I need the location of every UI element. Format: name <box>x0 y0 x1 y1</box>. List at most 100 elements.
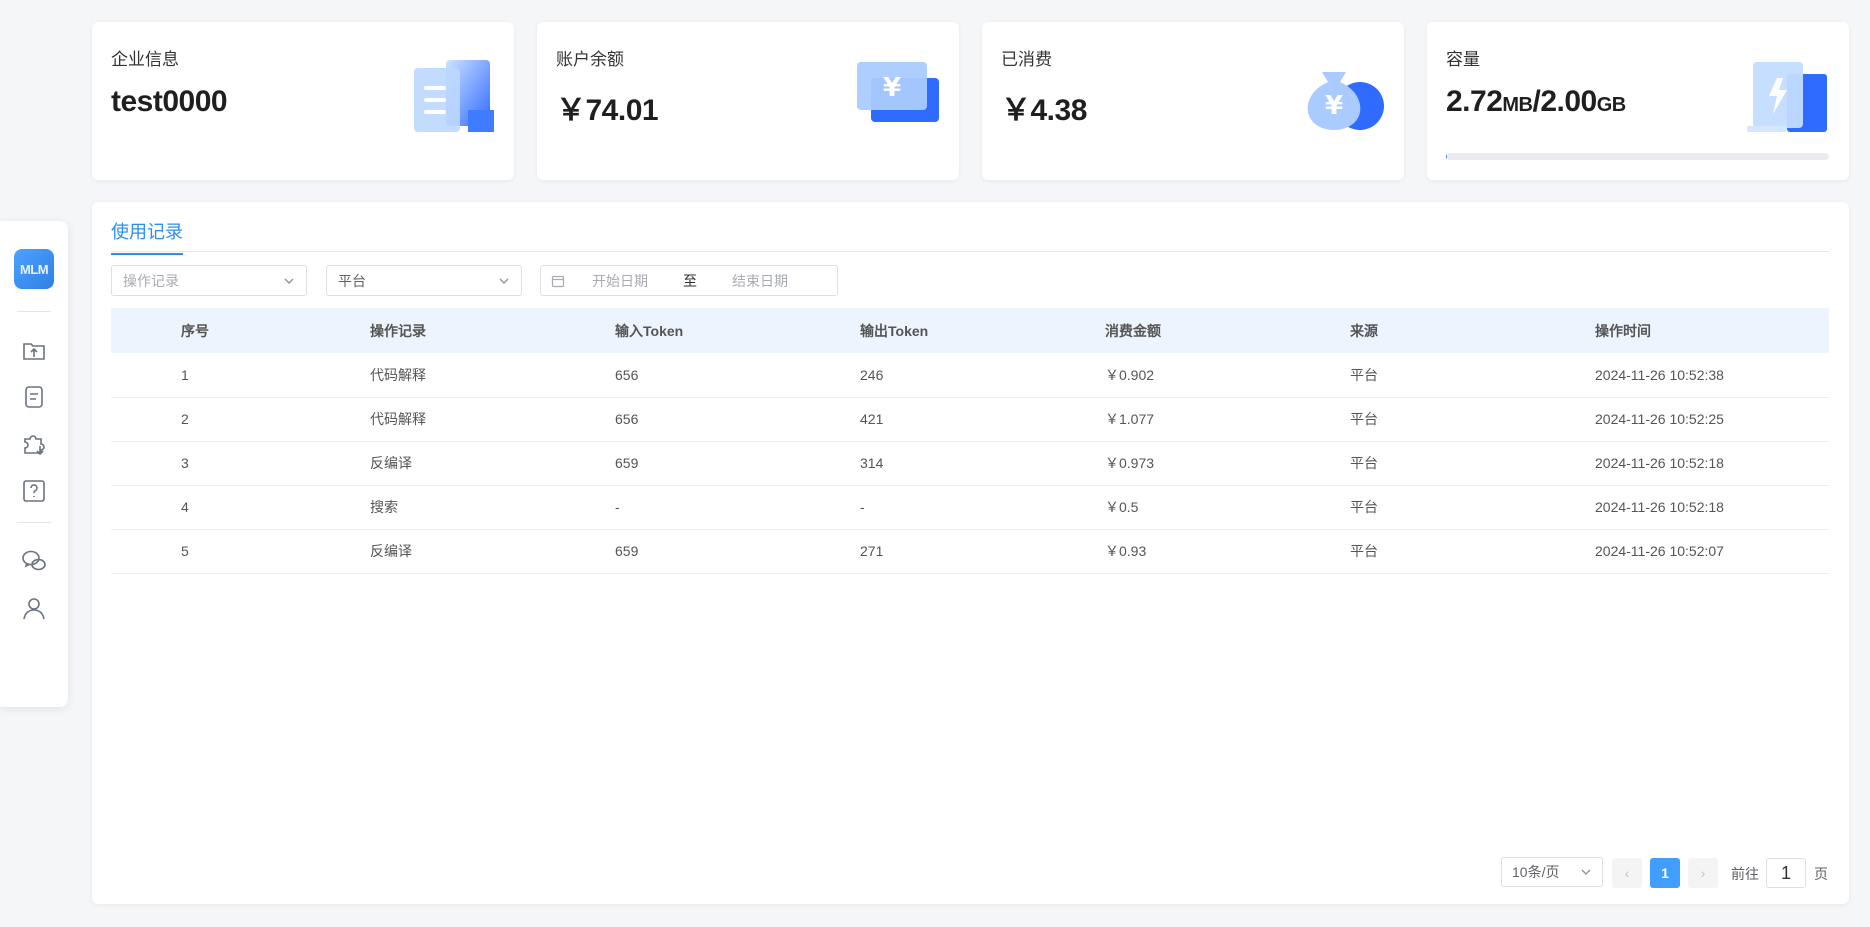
user-icon <box>23 598 45 620</box>
sidebar: MLM <box>0 221 68 707</box>
storage-progress-bar <box>1446 153 1829 160</box>
table-cell: 平台 <box>1350 441 1595 486</box>
table-cell: ￥0.902 <box>1105 353 1350 398</box>
column-header: 输出Token <box>860 322 929 339</box>
chevron-down-icon <box>1581 869 1591 875</box>
card-label: 容量 <box>1446 50 1480 69</box>
table-cell: 平台 <box>1350 353 1595 398</box>
page-size-select[interactable]: 10条/页 <box>1501 857 1603 887</box>
table-cell: 5 <box>111 529 370 574</box>
sidebar-item-files[interactable] <box>17 333 51 367</box>
card-label: 企业信息 <box>111 50 179 69</box>
usage-panel: 使用记录 操作记录 平台 开始日期 至 结束日期 序号 操作记录 输入Token… <box>92 202 1849 904</box>
page-size-value: 10条/页 <box>1512 864 1560 880</box>
sidebar-item-wechat[interactable] <box>17 544 51 578</box>
help-question-icon <box>23 480 45 502</box>
column-header: 消费金额 <box>1105 322 1161 339</box>
sidebar-item-documents[interactable] <box>17 380 51 414</box>
storage-progress-fill <box>1446 153 1448 160</box>
table-cell: 659 <box>615 529 860 574</box>
wechat-icon <box>22 550 46 571</box>
table-cell: 421 <box>860 397 1105 442</box>
platform-select[interactable]: 平台 <box>326 265 522 296</box>
table-cell: 656 <box>615 353 860 398</box>
table-cell: ￥0.93 <box>1105 529 1350 574</box>
table-cell: ￥1.077 <box>1105 397 1350 442</box>
table-cell: 反编译 <box>370 441 615 486</box>
operation-select[interactable]: 操作记录 <box>111 265 307 296</box>
table-cell: 4 <box>111 485 370 530</box>
table-cell: 656 <box>615 397 860 442</box>
storage-used: 2.72 <box>1446 85 1503 118</box>
storage-total: 2.00 <box>1540 85 1597 118</box>
money-bag-icon: ¥ <box>1307 72 1384 130</box>
chevron-down-icon <box>284 278 294 284</box>
next-page-button[interactable]: › <box>1688 858 1718 888</box>
table-cell: 3 <box>111 441 370 486</box>
platform-select-value: 平台 <box>338 272 366 289</box>
sidebar-divider <box>17 311 51 312</box>
chevron-down-icon <box>499 278 509 284</box>
table-cell: 2024-11-26 10:52:38 <box>1595 353 1829 398</box>
operation-select-placeholder: 操作记录 <box>123 272 179 289</box>
svg-text:¥: ¥ <box>883 73 901 103</box>
storage-icon <box>1747 62 1827 132</box>
sidebar-divider <box>17 522 51 523</box>
goto-page-input[interactable] <box>1766 858 1806 888</box>
table-row: 3 反编译 659 314 ￥0.973 平台 2024-11-26 10:52… <box>111 441 1829 486</box>
calendar-icon <box>551 275 565 287</box>
logo[interactable]: MLM <box>14 249 54 289</box>
table-cell: 2024-11-26 10:52:18 <box>1595 441 1829 486</box>
sidebar-item-plugins[interactable] <box>17 427 51 461</box>
table-cell: 2024-11-26 10:52:25 <box>1595 397 1829 442</box>
table-cell: ￥0.973 <box>1105 441 1350 486</box>
card-label: 已消费 <box>1001 50 1052 69</box>
card-label: 账户余额 <box>556 50 624 69</box>
card-company-info: 企业信息 test0000 <box>92 22 514 180</box>
goto-prefix: 前往 <box>1731 866 1759 882</box>
card-balance: 账户余额 ￥74.01 ¥ <box>537 22 959 180</box>
table-cell: 平台 <box>1350 485 1595 530</box>
yen-card-icon: ¥ <box>857 62 939 122</box>
table-cell: 1 <box>111 353 370 398</box>
balance-value: ￥74.01 <box>556 94 659 127</box>
column-header: 来源 <box>1350 322 1378 339</box>
page-1-button[interactable]: 1 <box>1650 858 1680 888</box>
table-cell: - <box>615 485 860 530</box>
table-cell: 271 <box>860 529 1105 574</box>
sidebar-item-profile[interactable] <box>17 591 51 625</box>
table-cell: ￥0.5 <box>1105 485 1350 530</box>
table-cell: 平台 <box>1350 397 1595 442</box>
sidebar-item-help[interactable] <box>17 474 51 508</box>
document-icon <box>25 386 43 408</box>
tab-usage-records[interactable]: 使用记录 <box>111 218 183 255</box>
column-header: 序号 <box>181 322 209 339</box>
end-date-input[interactable]: 结束日期 <box>705 271 815 291</box>
company-name: test0000 <box>111 85 228 118</box>
table-cell: 246 <box>860 353 1105 398</box>
table-row: 5 反编译 659 271 ￥0.93 平台 2024-11-26 10:52:… <box>111 529 1829 574</box>
table-row: 2 代码解释 656 421 ￥1.077 平台 2024-11-26 10:5… <box>111 397 1829 442</box>
folder-upload-icon <box>23 343 45 360</box>
table-cell: 代码解释 <box>370 353 615 398</box>
column-header: 操作记录 <box>370 322 426 339</box>
table-cell: 代码解释 <box>370 397 615 442</box>
table-cell: 314 <box>860 441 1105 486</box>
column-header: 操作时间 <box>1595 322 1651 339</box>
building-icon <box>414 60 494 132</box>
table-cell: 659 <box>615 441 860 486</box>
storage-value: 2.72MB/2.00GB <box>1446 85 1626 119</box>
column-header: 输入Token <box>615 322 684 339</box>
storage-used-unit: MB <box>1502 94 1533 116</box>
table-cell: 搜索 <box>370 485 615 530</box>
table-cell: 2 <box>111 397 370 442</box>
table-cell: 反编译 <box>370 529 615 574</box>
date-range-picker[interactable]: 开始日期 至 结束日期 <box>540 265 838 296</box>
usage-table: 序号 操作记录 输入Token 输出Token 消费金额 来源 操作时间 1 代… <box>111 308 1829 574</box>
svg-text:¥: ¥ <box>1325 91 1343 121</box>
card-consumed: 已消费 ￥4.38 ¥ <box>982 22 1404 180</box>
goto-suffix: 页 <box>1814 866 1828 882</box>
start-date-input[interactable]: 开始日期 <box>565 271 675 291</box>
prev-page-button[interactable]: ‹ <box>1612 858 1642 888</box>
table-cell: - <box>860 485 1105 530</box>
